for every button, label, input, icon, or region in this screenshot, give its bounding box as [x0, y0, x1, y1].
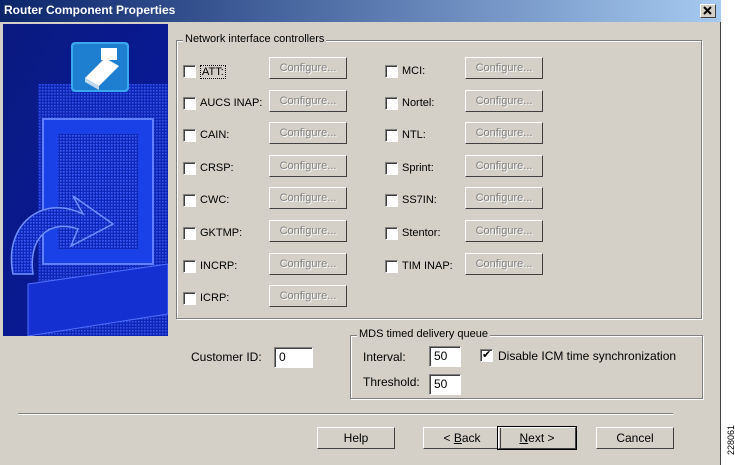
- cancel-button[interactable]: Cancel: [596, 427, 674, 449]
- back-button-rest: ack: [461, 431, 481, 445]
- back-button-accel: B: [453, 431, 462, 445]
- checkbox-crsp[interactable]: [183, 162, 196, 175]
- label-stentor: Stentor:: [402, 227, 441, 239]
- label-cwc: CWC:: [200, 194, 230, 206]
- close-button[interactable]: [700, 4, 716, 18]
- label-ntl: NTL:: [402, 129, 426, 141]
- configure-button-nortel[interactable]: Configure...: [465, 90, 543, 112]
- checkbox-att[interactable]: [183, 65, 196, 78]
- checkbox-cwc[interactable]: [183, 194, 196, 207]
- configure-button-tim-inap[interactable]: Configure...: [465, 253, 543, 275]
- next-button-accel: N: [519, 431, 529, 445]
- configure-button-sprint[interactable]: Configure...: [465, 155, 543, 177]
- label-att: ATT:: [200, 65, 226, 79]
- document-id: 228061: [726, 424, 735, 455]
- nic-group: Network interface controllers ATT: Confi…: [176, 33, 702, 319]
- router-graphic: [3, 24, 168, 336]
- threshold-input[interactable]: 50: [429, 374, 461, 395]
- nic-group-legend: Network interface controllers: [183, 33, 327, 45]
- configure-button-att[interactable]: Configure...: [269, 57, 347, 79]
- threshold-label: Threshold:: [363, 375, 420, 389]
- configure-button-gktmp[interactable]: Configure...: [269, 220, 347, 242]
- mds-group-legend: MDS timed delivery queue: [357, 328, 491, 340]
- label-ss7in: SS7IN:: [402, 194, 437, 206]
- title-bar: Router Component Properties: [0, 0, 721, 22]
- close-icon: [703, 6, 712, 15]
- interval-input[interactable]: 50: [429, 346, 461, 367]
- disable-sync-label: Disable ICM time synchronization: [498, 349, 677, 363]
- label-incrp: INCRP:: [200, 260, 238, 272]
- label-mci: MCI:: [402, 65, 426, 77]
- label-sprint: Sprint:: [402, 162, 434, 174]
- router-properties-dialog: Router Component Properties Network inte…: [0, 0, 721, 465]
- configure-button-aucs-inap[interactable]: Configure...: [269, 90, 347, 112]
- label-cain: CAIN:: [200, 129, 230, 141]
- configure-button-stentor[interactable]: Configure...: [465, 220, 543, 242]
- interval-label: Interval:: [363, 350, 406, 364]
- window-title: Router Component Properties: [4, 3, 176, 17]
- checkbox-ntl[interactable]: [385, 129, 398, 142]
- back-button[interactable]: < Back: [423, 427, 501, 449]
- checkbox-incrp[interactable]: [183, 260, 196, 273]
- label-aucs-inap: AUCS INAP:: [200, 97, 263, 109]
- configure-button-cwc[interactable]: Configure...: [269, 187, 347, 209]
- configure-button-mci[interactable]: Configure...: [465, 57, 543, 79]
- back-button-prefix: <: [443, 431, 454, 445]
- configure-button-icrp[interactable]: Configure...: [269, 285, 347, 307]
- next-button[interactable]: Next >: [497, 426, 577, 450]
- checkbox-nortel[interactable]: [385, 97, 398, 110]
- checkbox-stentor[interactable]: [385, 227, 398, 240]
- help-button[interactable]: Help: [317, 427, 395, 449]
- label-crsp: CRSP:: [200, 162, 234, 174]
- checkbox-mci[interactable]: [385, 65, 398, 78]
- checkbox-icrp[interactable]: [183, 292, 196, 305]
- configure-button-ntl[interactable]: Configure...: [465, 122, 543, 144]
- label-nortel: Nortel:: [402, 97, 435, 109]
- checkbox-sprint[interactable]: [385, 162, 398, 175]
- checkbox-tim-inap[interactable]: [385, 260, 398, 273]
- configure-button-crsp[interactable]: Configure...: [269, 155, 347, 177]
- checkbox-gktmp[interactable]: [183, 227, 196, 240]
- checkbox-ss7in[interactable]: [385, 194, 398, 207]
- customer-id-label: Customer ID:: [191, 350, 262, 364]
- mds-group: MDS timed delivery queue Interval: 50 Di…: [350, 328, 703, 399]
- configure-button-ss7in[interactable]: Configure...: [465, 187, 543, 209]
- configure-button-incrp[interactable]: Configure...: [269, 253, 347, 275]
- checkbox-cain[interactable]: [183, 129, 196, 142]
- next-button-rest: ext >: [528, 431, 555, 445]
- label-gktmp: GKTMP:: [200, 227, 243, 239]
- customer-id-input[interactable]: 0: [274, 347, 313, 368]
- configure-button-cain[interactable]: Configure...: [269, 122, 347, 144]
- checkbox-aucs-inap[interactable]: [183, 97, 196, 110]
- separator: [18, 413, 673, 415]
- label-tim-inap: TIM INAP:: [402, 260, 453, 272]
- label-icrp: ICRP:: [200, 292, 230, 304]
- disable-sync-checkbox[interactable]: [480, 348, 493, 362]
